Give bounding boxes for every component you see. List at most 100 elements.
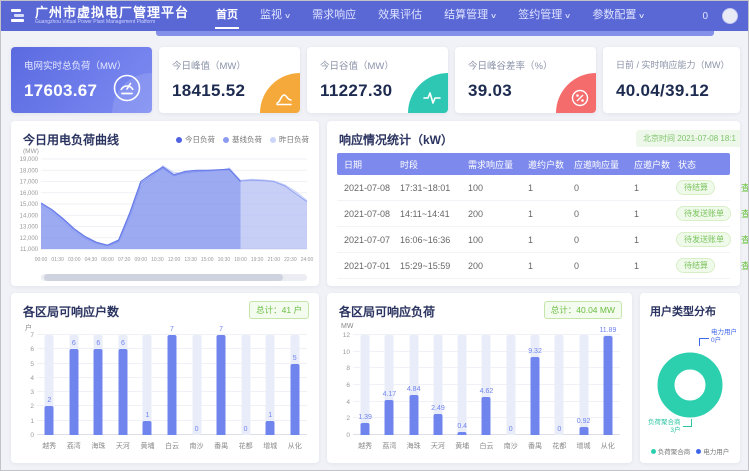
- table-row: 2021-07-0817:31~18:01100101待结算查看: [337, 175, 730, 201]
- bar-value-label: 0: [557, 426, 561, 433]
- bar-value-label: 4.17: [383, 391, 397, 398]
- y-tick-label: 2: [337, 415, 350, 422]
- svg-text:19:30: 19:30: [251, 257, 264, 263]
- legend-item[interactable]: 负荷聚合商: [651, 446, 691, 456]
- view-link[interactable]: 查看: [734, 261, 749, 271]
- legend-item[interactable]: 电力用户: [696, 446, 729, 456]
- table-body: 2021-07-0817:31~18:01100101待结算查看2021-07-…: [337, 175, 730, 279]
- x-tick-label: 花都: [233, 441, 258, 453]
- legend-item[interactable]: 今日负荷: [176, 134, 215, 145]
- nav-item-3[interactable]: 效果评估: [367, 1, 433, 31]
- load-chart-legend: 今日负荷基线负荷 昨日负荷: [168, 134, 309, 145]
- bar-column: 5: [282, 335, 307, 435]
- svg-text:17,000: 17,000: [20, 180, 39, 186]
- kpi-accent-shape: [556, 73, 596, 113]
- kpi-label: 今日峰谷差率（%）: [468, 58, 552, 72]
- kpi-label: 今日谷值（MW）: [320, 58, 394, 72]
- bar-column: 7: [160, 335, 185, 435]
- chevron-down-icon: ∨: [638, 3, 645, 31]
- status-badge: 待结算: [676, 180, 715, 195]
- bar-column: 0: [233, 335, 258, 435]
- kpi-value: 39.03: [468, 81, 512, 101]
- percent-icon: [571, 89, 589, 107]
- legend-item[interactable]: 昨日负荷: [270, 134, 309, 145]
- view-link[interactable]: 查看: [734, 235, 749, 245]
- x-tick-label: 荔湾: [377, 441, 401, 453]
- bar-value-label: 4.84: [407, 386, 421, 393]
- bar-column: 6: [62, 335, 87, 435]
- beijing-time-badge: 北京时间 2021-07-08 18:1: [636, 130, 740, 147]
- notification-count[interactable]: 0: [702, 11, 708, 22]
- kpi-accent-shape: [260, 73, 300, 113]
- svg-text:22:30: 22:30: [284, 257, 297, 263]
- svg-text:06:00: 06:00: [101, 257, 114, 263]
- y-tick-label: 7: [21, 332, 34, 339]
- svg-text:12,000: 12,000: [20, 236, 39, 242]
- legend-label: 昨日负荷: [279, 134, 309, 145]
- user-type-donut-chart: [648, 343, 732, 427]
- bar-column: 9.32: [523, 335, 547, 435]
- svg-text:18,000: 18,000: [20, 168, 39, 174]
- panel-title: 响应情况统计（kW）: [339, 131, 453, 148]
- table-cell: 0: [567, 183, 627, 193]
- svg-text:16,000: 16,000: [20, 191, 39, 197]
- y-axis-unit: MW: [341, 323, 353, 330]
- load-curve-panel: 今日用电负荷曲线 今日负荷基线负荷昨日负荷 (MW) 11,00012,0001…: [11, 121, 319, 286]
- datazoom-handle[interactable]: [44, 274, 283, 281]
- table-cell: 100: [461, 183, 521, 193]
- logo-icon: [9, 6, 29, 26]
- bar-track: [192, 335, 201, 435]
- nav-item-5[interactable]: 签约管理∨: [507, 1, 581, 31]
- bar-value-label: 1: [145, 412, 149, 419]
- view-link[interactable]: 查看: [734, 209, 749, 219]
- nav-item-4[interactable]: 结算管理∨: [433, 1, 507, 31]
- bar-value-label: 1.39: [358, 414, 372, 421]
- table-cell: 1: [627, 209, 671, 219]
- avatar[interactable]: [722, 8, 738, 24]
- panel-title: 今日用电负荷曲线: [23, 131, 119, 148]
- kpi-card-peak-valley-rate: 今日峰谷差率（%） 39.03: [455, 47, 596, 113]
- callout-line: [683, 419, 692, 427]
- nav-item-2[interactable]: 需求响应: [301, 1, 367, 31]
- nav-item-6[interactable]: 参数配置∨: [581, 1, 655, 31]
- kpi-label: 电网实时总负荷（MW）: [24, 58, 126, 72]
- x-tick-label: 黄埔: [450, 441, 474, 453]
- nav-item-0[interactable]: 首页: [205, 1, 249, 31]
- header-right: 0: [702, 8, 748, 24]
- bar-value-label: 2: [47, 397, 51, 404]
- bar-value-label: 6: [121, 340, 125, 347]
- bar-value-label: 0: [195, 426, 199, 433]
- donut-legend: 负荷聚合商电力用户: [640, 446, 740, 456]
- x-tick-label: 天河: [111, 441, 136, 453]
- x-axis-labels: 越秀荔湾海珠天河黄埔白云南沙番禺花都增城从化: [353, 441, 620, 453]
- table-cell: 0: [567, 209, 627, 219]
- legend-dot: [270, 137, 276, 143]
- user-type-panel: 用户类型分布 电力用户 0户 负荷聚合商 3户 负荷聚合商电力用户: [640, 293, 740, 463]
- svg-text:18:00: 18:00: [234, 257, 247, 263]
- pulse-icon: [423, 89, 441, 107]
- datazoom-slider[interactable]: [41, 274, 307, 281]
- x-tick-label: 黄埔: [135, 441, 160, 453]
- nav-item-1[interactable]: 监视∨: [249, 1, 301, 31]
- kpi-card-response-capacity: 日前 / 实时响应能力（MW） 40.04/39.12: [603, 47, 740, 113]
- table-cell: 200: [461, 209, 521, 219]
- bar-track: [506, 335, 515, 435]
- main-nav: 首页监视∨需求响应效果评估结算管理∨签约管理∨参数配置∨: [205, 1, 656, 31]
- brand: 广州市虚拟电厂管理平台 Guangzhou Virtual Power Plan…: [1, 6, 189, 26]
- legend-item[interactable]: 基线负荷: [223, 134, 262, 145]
- bar-column: 4.62: [474, 335, 498, 435]
- view-link[interactable]: 查看: [734, 183, 749, 193]
- x-tick-label: 白云: [160, 441, 185, 453]
- header-strip: [156, 31, 714, 36]
- bar: [603, 336, 612, 435]
- kpi-value: 17603.67: [24, 81, 97, 101]
- bar-column: 0.4: [450, 335, 474, 435]
- x-tick-label: 增城: [258, 441, 283, 453]
- bar-value-label: 7: [170, 326, 174, 333]
- svg-text:14,000: 14,000: [20, 213, 39, 219]
- x-tick-label: 番禺: [209, 441, 234, 453]
- x-tick-label: 越秀: [353, 441, 377, 453]
- table-cell: 1: [521, 261, 567, 271]
- svg-text:09:00: 09:00: [134, 257, 147, 263]
- kpi-label: 今日峰值（MW）: [172, 58, 246, 72]
